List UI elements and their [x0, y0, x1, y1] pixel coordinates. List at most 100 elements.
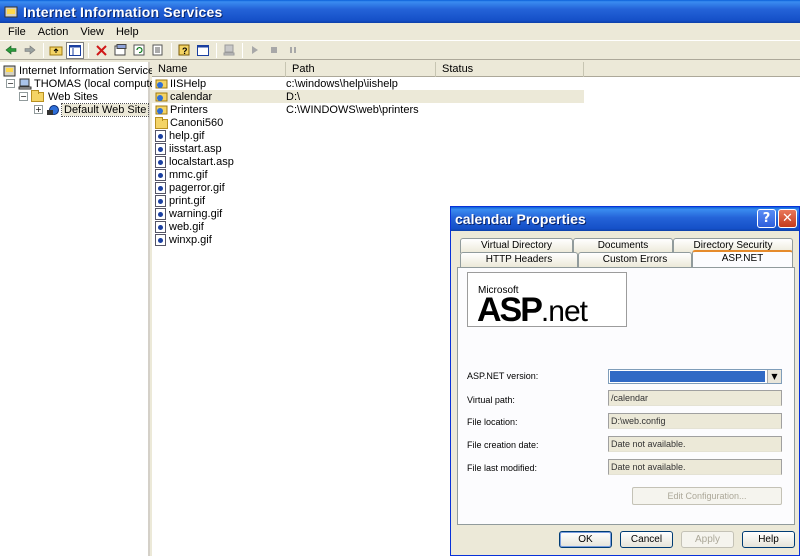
file-creation-date-field: Date not available. — [608, 436, 782, 452]
toolbar-separator — [43, 42, 44, 58]
apply-button[interactable]: Apply — [681, 531, 734, 548]
properties-icon[interactable] — [111, 42, 129, 59]
toolbar: ? — [0, 40, 800, 60]
tab-virtual-directory[interactable]: Virtual Directory — [460, 238, 573, 253]
tree-item-label: Web Sites — [48, 90, 98, 103]
collapse-icon[interactable]: − — [6, 79, 15, 88]
play-icon[interactable] — [246, 42, 264, 59]
iis-root-icon — [3, 65, 17, 77]
tree-item-label: Internet Information Services — [19, 64, 160, 77]
tab-custom-errors[interactable]: Custom Errors — [578, 252, 692, 267]
column-header-status[interactable]: Status — [436, 62, 584, 77]
select-highlight — [610, 371, 765, 382]
virtual-directory-icon — [155, 78, 168, 89]
chevron-down-icon[interactable]: ▼ — [767, 370, 781, 383]
file-icon — [155, 181, 166, 194]
list-item[interactable]: help.gif — [152, 129, 584, 142]
aspnet-version-label: ASP.NET version: — [467, 371, 539, 381]
list-item[interactable]: pagerror.gif — [152, 181, 584, 194]
iis-app-icon — [4, 5, 18, 19]
edit-configuration-button[interactable]: Edit Configuration... — [632, 487, 782, 505]
file-location-label: File location: — [467, 417, 518, 427]
show-hide-tree-icon[interactable] — [66, 41, 84, 59]
file-icon — [155, 155, 166, 168]
file-icon — [155, 129, 166, 142]
folder-icon — [31, 89, 44, 102]
column-header-path[interactable]: Path — [286, 62, 436, 77]
pause-icon[interactable] — [284, 42, 302, 59]
aspnet-tab-panel: Microsoft ASP.net ASP.NET version: ▼ Vir… — [457, 267, 795, 525]
tree-pane[interactable]: Internet Information Services − THOMAS (… — [0, 62, 163, 556]
toolbar-separator — [88, 42, 89, 58]
menu-help[interactable]: Help — [110, 26, 145, 38]
app-title: Internet Information Services — [23, 3, 223, 20]
file-icon — [155, 142, 166, 155]
file-last-modified-label: File last modified: — [467, 463, 538, 473]
tab-http-headers[interactable]: HTTP Headers — [460, 252, 578, 267]
dialog-help-button[interactable]: ? — [757, 209, 776, 228]
refresh-icon[interactable] — [130, 42, 148, 59]
menu-view[interactable]: View — [74, 26, 110, 38]
toolbar-separator — [242, 42, 243, 58]
expand-icon[interactable]: + — [34, 105, 43, 114]
up-folder-icon[interactable] — [47, 42, 65, 59]
file-icon — [155, 194, 166, 207]
forward-arrow-icon[interactable] — [21, 42, 39, 59]
tab-aspnet[interactable]: ASP.NET — [692, 250, 793, 267]
list-item[interactable]: Printers C:\WINDOWS\web\printers — [152, 103, 584, 116]
delete-icon[interactable] — [92, 42, 110, 59]
list-item[interactable]: mmc.gif — [152, 168, 584, 181]
list-column-headers: Name Path Status — [152, 62, 800, 77]
virtual-path-field: /calendar — [608, 390, 782, 406]
folder-icon — [155, 116, 168, 129]
menu-bar: File Action View Help — [0, 23, 800, 40]
list-item[interactable]: iisstart.asp — [152, 142, 584, 155]
logo-asp-text: ASP.net — [477, 291, 588, 329]
file-creation-date-label: File creation date: — [467, 440, 539, 450]
cancel-button[interactable]: Cancel — [620, 531, 673, 548]
virtual-directory-icon — [155, 91, 168, 102]
list-item[interactable]: localstart.asp — [152, 155, 584, 168]
aspnet-logo: Microsoft ASP.net — [467, 272, 627, 329]
tab-documents[interactable]: Documents — [573, 238, 673, 253]
file-icon — [155, 168, 166, 181]
toolbar-separator — [216, 42, 217, 58]
tree-item-computer[interactable]: − THOMAS (local computer) — [6, 77, 163, 90]
stop-icon[interactable] — [265, 42, 283, 59]
export-list-icon[interactable] — [149, 42, 167, 59]
tree-item-default-web-site[interactable]: + Default Web Site — [34, 102, 150, 117]
menu-file[interactable]: File — [2, 26, 32, 38]
virtual-path-label: Virtual path: — [467, 395, 515, 405]
file-location-field: D:\web.config — [608, 413, 782, 429]
computer-icon[interactable] — [220, 42, 238, 59]
properties-dialog[interactable]: calendar Properties ? ✕ Virtual Director… — [450, 206, 800, 556]
website-globe-icon — [46, 104, 60, 116]
dialog-close-button[interactable]: ✕ — [778, 209, 797, 228]
tree-item-iis-root[interactable]: Internet Information Services — [3, 64, 160, 77]
aspnet-version-select[interactable]: ▼ — [608, 369, 782, 384]
ok-button[interactable]: OK — [559, 531, 612, 548]
column-header-name[interactable]: Name — [152, 62, 286, 77]
computer-icon — [18, 78, 32, 90]
list-item-selected[interactable]: calendar D:\ — [152, 90, 584, 103]
svg-text:?: ? — [182, 46, 188, 56]
tree-item-label: THOMAS (local computer) — [34, 77, 163, 90]
console-icon[interactable] — [194, 42, 212, 59]
dialog-title-bar[interactable]: calendar Properties ? ✕ — [451, 207, 799, 231]
tree-item-web-sites[interactable]: − Web Sites — [19, 89, 98, 103]
list-item[interactable]: IISHelp c:\windows\help\iishelp — [152, 77, 584, 90]
back-arrow-icon[interactable] — [2, 42, 20, 59]
file-last-modified-field: Date not available. — [608, 459, 782, 475]
virtual-directory-icon — [155, 104, 168, 115]
help-icon[interactable]: ? — [175, 42, 193, 59]
menu-action[interactable]: Action — [32, 26, 75, 38]
tree-item-label: Default Web Site — [60, 102, 150, 117]
list-item[interactable]: Canoni560 — [152, 116, 584, 129]
file-icon — [155, 233, 166, 246]
file-icon — [155, 207, 166, 220]
dialog-title: calendar Properties — [455, 211, 586, 227]
collapse-icon[interactable]: − — [19, 92, 28, 101]
file-icon — [155, 220, 166, 233]
app-title-bar[interactable]: Internet Information Services — [0, 0, 800, 23]
help-button[interactable]: Help — [742, 531, 795, 548]
